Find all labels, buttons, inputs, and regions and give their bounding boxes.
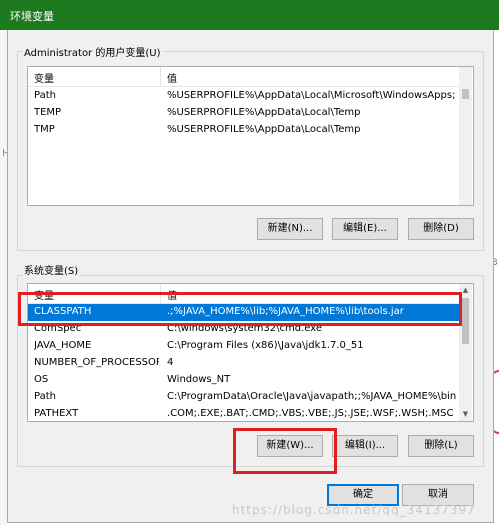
system-vars-scroll-thumb[interactable] — [462, 298, 469, 344]
list-item[interactable]: TMP %USERPROFILE%\AppData\Local\Temp — [28, 122, 459, 139]
list-item[interactable]: JAVA_HOME C:\Program Files (x86)\Java\jd… — [28, 338, 459, 355]
user-vars-scroll-thumb[interactable] — [462, 89, 469, 99]
list-item[interactable]: TEMP %USERPROFILE%\AppData\Local\Temp — [28, 105, 459, 122]
list-item[interactable]: Path C:\ProgramData\Oracle\Java\javapath… — [28, 389, 459, 406]
user-delete-button[interactable]: 删除(D) — [408, 218, 474, 240]
user-new-button[interactable]: 新建(N)... — [257, 218, 323, 240]
var-name: OS — [34, 374, 49, 385]
var-value: %USERPROFILE%\AppData\Local\Microsoft\Wi… — [167, 90, 456, 101]
user-vars-header: 变量 值 — [28, 67, 473, 87]
var-name: PATHEXT — [34, 408, 79, 419]
var-name: NUMBER_OF_PROCESSORS — [34, 357, 159, 368]
window-titlebar: 环境变量 — [0, 0, 499, 30]
var-value: C:\Program Files (x86)\Java\jdk1.7.0_51 — [167, 340, 364, 351]
system-vars-group-label: 系统变量(S) — [22, 262, 81, 277]
var-value: %USERPROFILE%\AppData\Local\Temp — [167, 124, 361, 135]
user-edit-button[interactable]: 编辑(E)... — [332, 218, 398, 240]
user-vars-col-val[interactable]: 值 — [167, 70, 177, 85]
background-window-strip — [0, 30, 7, 526]
var-value: 4 — [167, 357, 174, 368]
highlight-new-button-box — [233, 428, 337, 474]
watermark: https://blog.csdn.net/qq_34137397 — [232, 503, 476, 517]
var-value: Windows_NT — [167, 374, 231, 385]
var-name: Path — [34, 90, 56, 101]
var-value: .COM;.EXE;.BAT;.CMD;.VBS;.VBE;.JS;.JSE;.… — [167, 408, 454, 419]
var-name: TEMP — [34, 107, 62, 118]
var-name: Path — [34, 391, 56, 402]
var-name: TMP — [34, 124, 55, 135]
window-title: 环境变量 — [10, 10, 54, 23]
list-item[interactable]: OS Windows_NT — [28, 372, 459, 389]
user-vars-col-var[interactable]: 变量 — [34, 70, 54, 85]
scroll-down-icon[interactable]: ▼ — [459, 408, 472, 421]
var-value: %USERPROFILE%\AppData\Local\Temp — [167, 107, 361, 118]
highlight-classpath-box — [18, 292, 462, 326]
system-edit-button[interactable]: 编辑(I)... — [332, 435, 398, 457]
user-vars-scrollbar[interactable] — [459, 67, 472, 205]
system-delete-button[interactable]: 删除(L) — [408, 435, 474, 457]
var-value: C:\ProgramData\Oracle\Java\javapath;;%JA… — [167, 391, 457, 402]
user-vars-list[interactable]: 变量 值 Path %USERPROFILE%\AppData\Local\Mi… — [27, 66, 474, 206]
user-vars-group-label: Administrator 的用户变量(U) — [22, 44, 163, 59]
list-item[interactable]: Path %USERPROFILE%\AppData\Local\Microso… — [28, 88, 459, 105]
list-item[interactable]: NUMBER_OF_PROCESSORS 4 — [28, 355, 459, 372]
list-item[interactable]: PATHEXT .COM;.EXE;.BAT;.CMD;.VBS;.VBE;.J… — [28, 406, 459, 421]
var-name: JAVA_HOME — [34, 340, 92, 351]
